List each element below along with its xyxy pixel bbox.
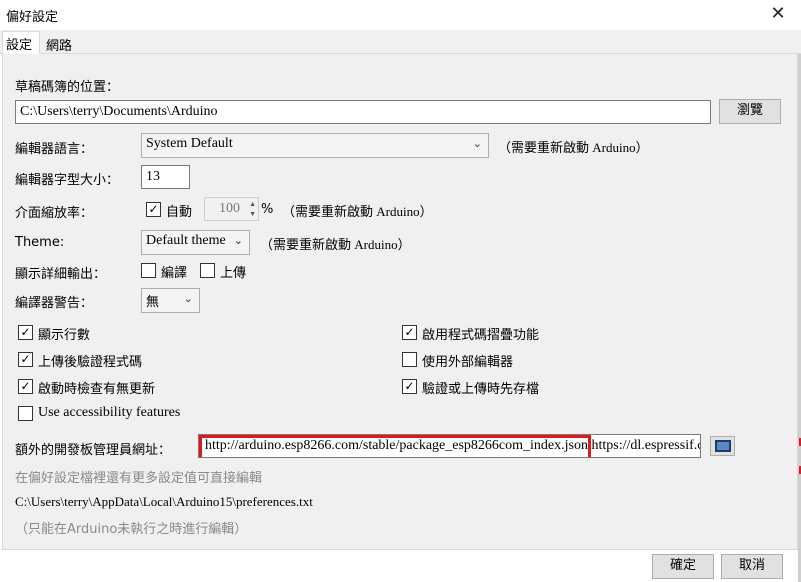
editor-language-label: 編輯器語言： [15,142,94,157]
tab-strip: 設定 網路 [0,30,801,55]
verbose-upload-label: 上傳 [220,266,247,281]
verbose-output-label: 顯示詳細輸出： [15,267,107,282]
sketchbook-label: 草稿碼簿的位置： [15,80,120,95]
editor-language-select[interactable]: System Default ⌄ [141,133,489,158]
chevron-down-icon: ⌄ [233,235,243,247]
tab-network[interactable]: 網路 [43,33,83,54]
spin-down-icon[interactable]: ▼ [249,210,256,218]
verbose-upload-checkbox[interactable] [200,263,215,278]
sketchbook-path-input[interactable]: C:\Users\terry\Documents\Arduino [15,100,711,124]
editor-language-note: （需要重新啟動 Arduino） [498,140,649,155]
board-urls-label: 額外的開發板管理員網址： [15,443,172,458]
option-save-before-verify-label: 驗證或上傳時先存檔 [422,382,540,397]
title-bar: 偏好設定 ✕ [0,0,801,30]
board-urls-input[interactable]: http://arduino.esp8266.com/stable/packag… [198,434,701,458]
option-accessibility-checkbox[interactable] [18,406,33,421]
prefs-file-path: C:\Users\terry\AppData\Local\Arduino15\p… [15,494,313,509]
chevron-down-icon: ⌄ [183,292,193,305]
option-code-folding-label: 啟用程式碼摺疊功能 [422,328,540,343]
theme-label: Theme: [15,235,65,250]
auto-scale-checkbox[interactable]: ✓ [146,202,161,217]
font-size-input[interactable]: 13 [141,165,190,189]
option-external-editor-checkbox[interactable] [402,352,417,367]
editor-language-value: System Default [146,136,233,151]
compiler-warnings-select[interactable]: 無 ⌄ [141,288,200,313]
edit-hint: （只能在Arduino未執行之時進行編輯） [15,522,248,537]
browse-button[interactable]: 瀏覽 [719,99,781,124]
auto-scale-label: 自動 [166,205,193,220]
interface-scale-note: （需要重新啟動 Arduino） [282,204,433,219]
option-external-editor-label: 使用外部編輯器 [422,355,514,370]
compiler-warnings-value: 無 [146,295,160,310]
scale-unit: % [261,202,274,217]
theme-select[interactable]: Default theme ⌄ [141,230,250,255]
red-highlight-box [199,435,591,457]
font-size-label: 編輯器字型大小： [15,173,120,188]
window-icon [715,440,731,452]
chevron-down-icon: ⌄ [472,138,482,150]
spin-up-icon[interactable]: ▲ [249,200,256,208]
interface-scale-label: 介面縮放率： [15,206,94,221]
window-title: 偏好設定 [6,10,59,25]
ok-button[interactable]: 確定 [652,554,714,579]
scale-spinner[interactable]: 100 ▲ ▼ [204,197,259,221]
option-line-numbers-label: 顯示行數 [38,328,91,343]
verbose-compile-label: 編譯 [161,266,188,281]
option-save-before-verify-checkbox[interactable]: ✓ [402,379,417,394]
more-prefs-note: 在偏好設定檔裡還有更多設定值可直接編輯 [15,471,263,486]
close-icon[interactable]: ✕ [766,2,790,26]
compiler-warnings-label: 編譯器警告： [15,296,94,311]
option-check-updates-checkbox[interactable]: ✓ [18,379,33,394]
option-check-updates-label: 啟動時檢查有無更新 [38,382,156,397]
option-line-numbers-checkbox[interactable]: ✓ [18,325,33,340]
verbose-compile-checkbox[interactable] [141,263,156,278]
tab-settings[interactable]: 設定 [2,31,40,55]
option-accessibility-label: Use accessibility features [38,405,181,420]
option-verify-upload-checkbox[interactable]: ✓ [18,352,33,367]
theme-value: Default theme [146,233,226,248]
scale-value: 100 [219,201,240,216]
cancel-button[interactable]: 取消 [721,554,783,579]
theme-note: （需要重新啟動 Arduino） [260,237,411,252]
option-verify-upload-label: 上傳後驗證程式碼 [38,355,143,370]
option-code-folding-checkbox[interactable]: ✓ [402,325,417,340]
edit-urls-button[interactable] [710,436,735,456]
